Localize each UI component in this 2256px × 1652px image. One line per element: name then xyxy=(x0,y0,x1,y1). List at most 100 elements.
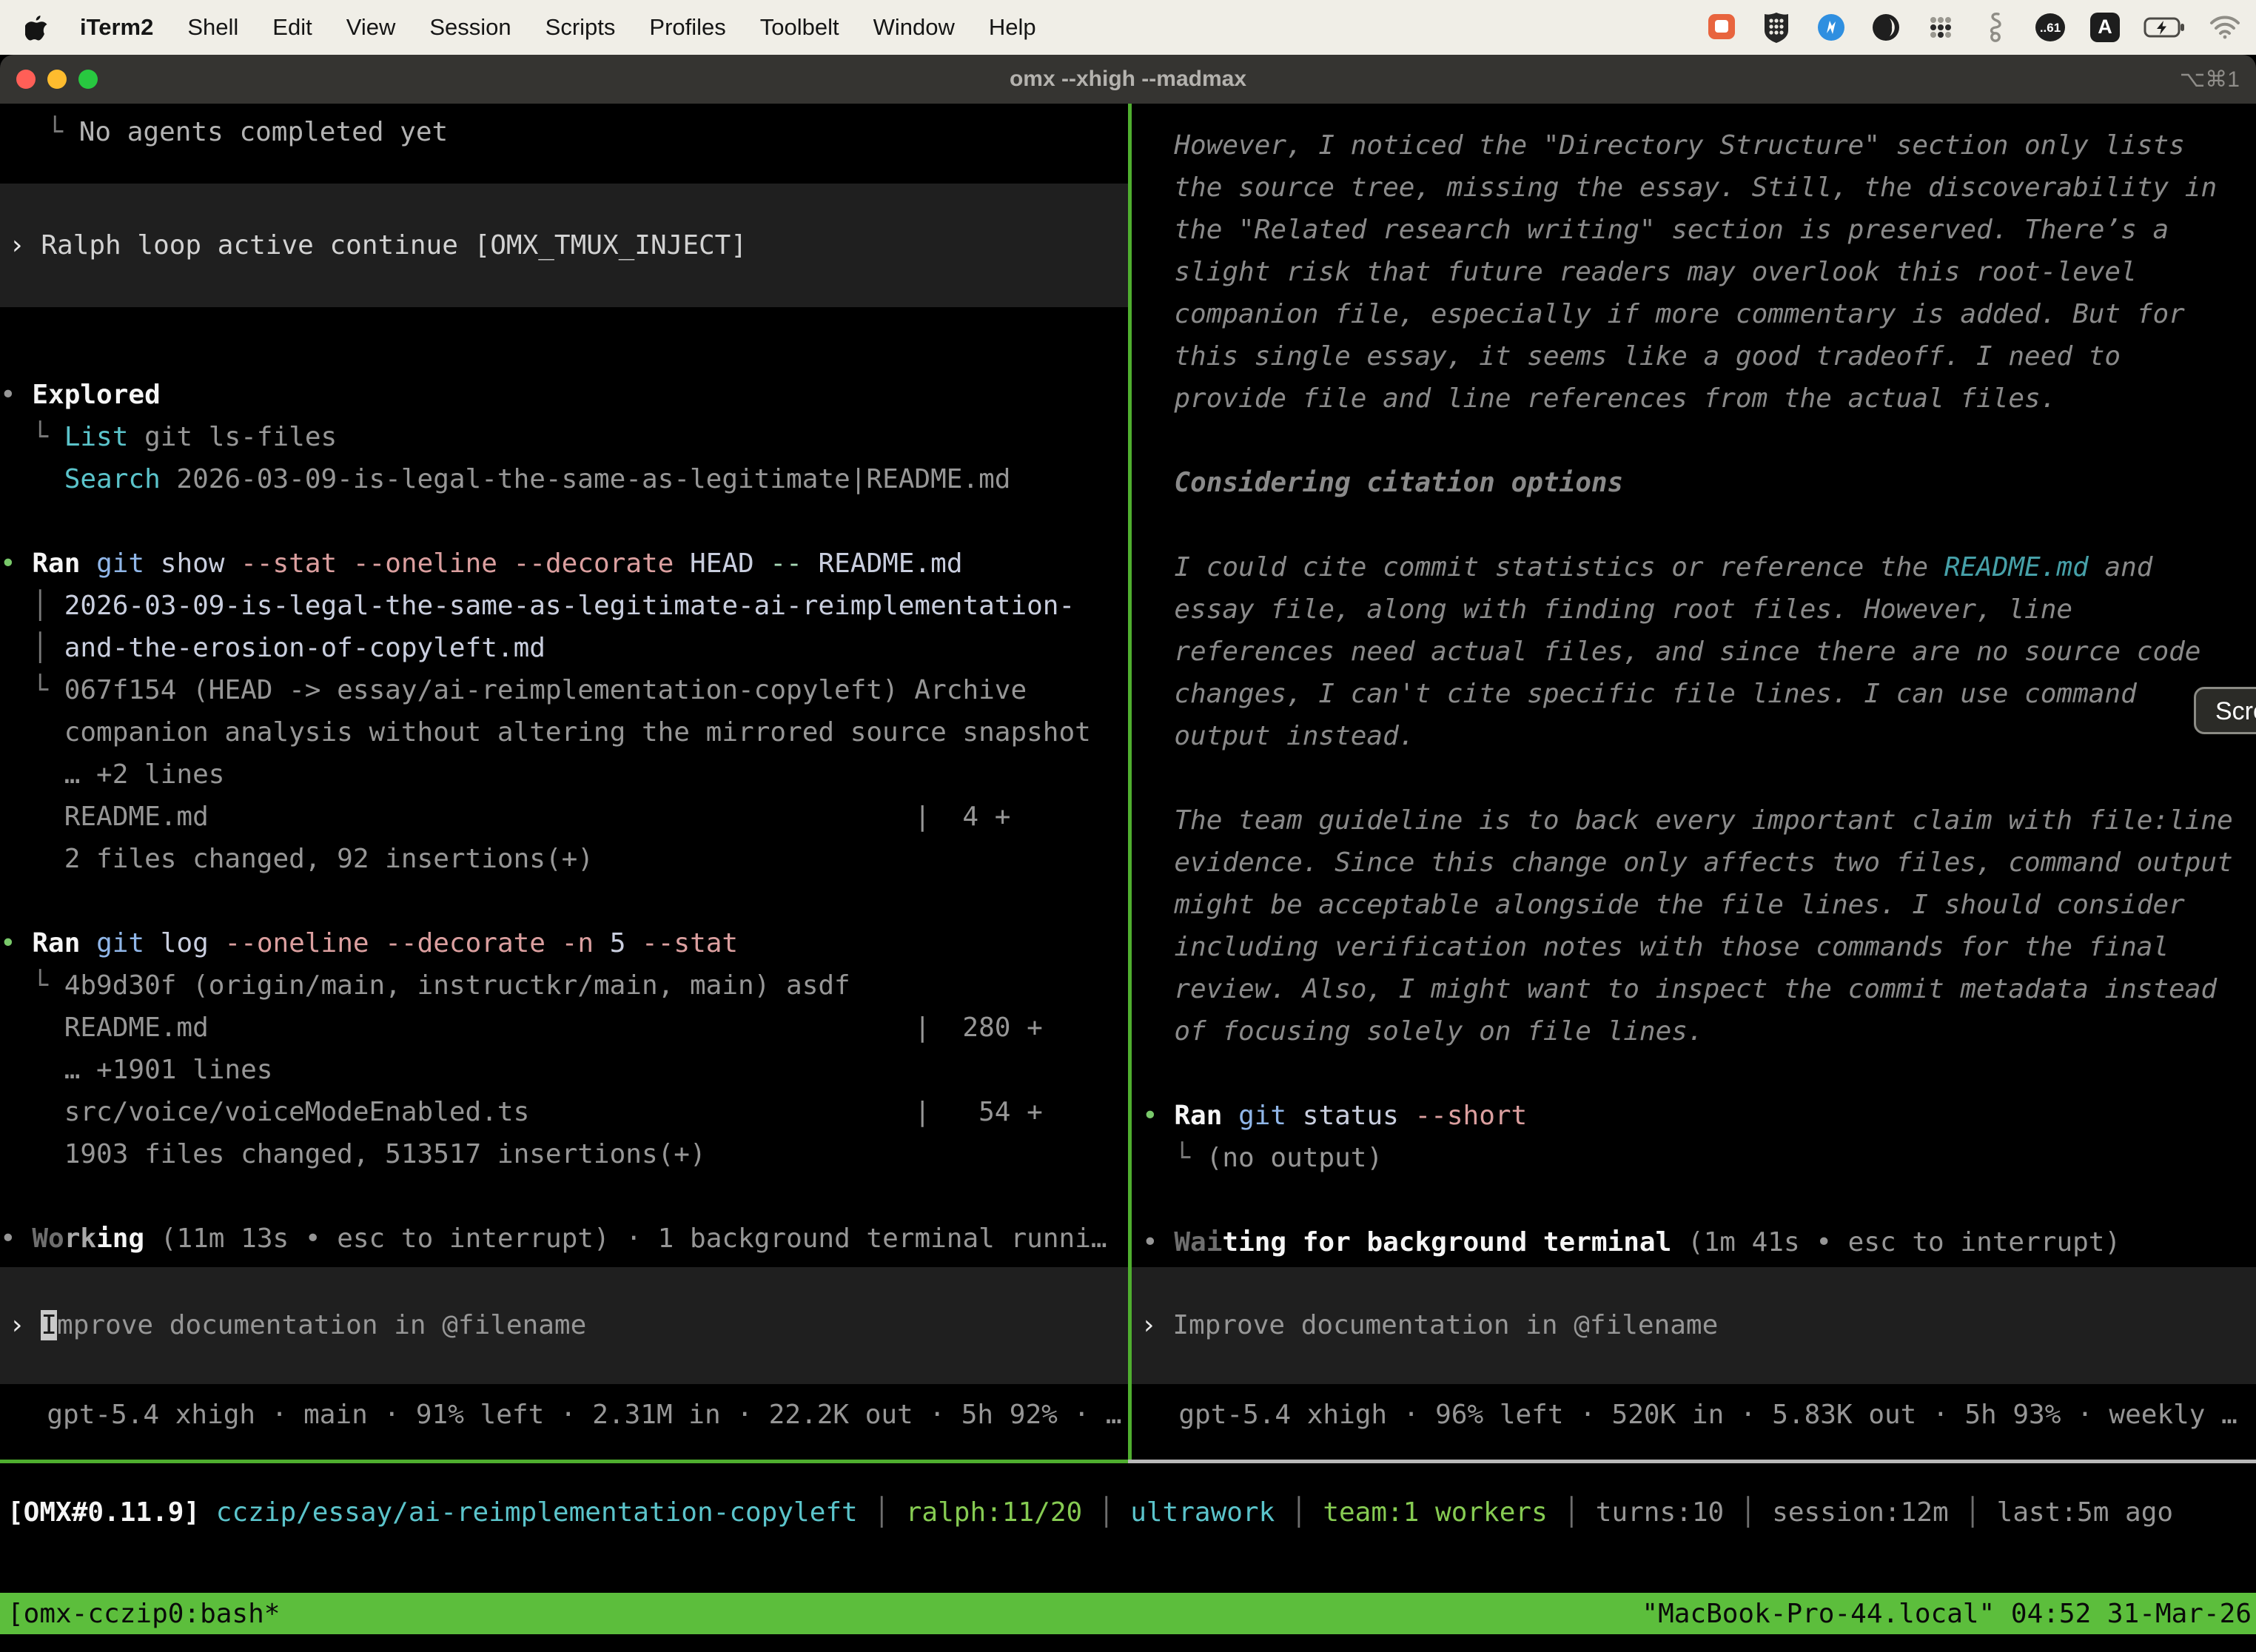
text-segment: (11m 13s • esc to interrupt) · 1 backgro… xyxy=(144,1223,1107,1254)
text-segment: Wai xyxy=(1174,1227,1222,1258)
terminal-line: slight risk that future readers may over… xyxy=(1142,251,2256,293)
text-segment xyxy=(1222,1101,1238,1131)
squiggle-icon[interactable] xyxy=(1979,11,2012,44)
text-segment: • xyxy=(1142,1227,1174,1258)
prompt-input-left[interactable]: › Improve documentation in @filename xyxy=(0,1267,1128,1384)
tmux-session-name: [omx-cczip0:bash* xyxy=(7,1599,280,1629)
apple-menu-icon[interactable] xyxy=(25,14,47,41)
terminal-line: • Waiting for background terminal (1m 41… xyxy=(1142,1221,2256,1263)
text-cursor: I xyxy=(41,1310,57,1340)
menu-item-view[interactable]: View xyxy=(346,14,396,41)
text-segment: └ xyxy=(15,117,79,147)
pane-border-bottom-left xyxy=(0,1460,1128,1463)
terminal-line: README.md | 280 + xyxy=(0,1007,1128,1049)
dots-grid-icon[interactable] xyxy=(1924,11,1957,44)
tmux-pane-left[interactable]: └ No agents completed yet › Ralph loop a… xyxy=(0,104,1128,1460)
text-segment: git ls-files xyxy=(128,422,337,452)
menu-item-scripts[interactable]: Scripts xyxy=(545,14,616,41)
shield-grid-icon[interactable] xyxy=(1760,11,1793,44)
pane-bottom-right: › Improve documentation in @filename gpt… xyxy=(1132,1267,2256,1460)
a-key-icon[interactable]: A xyxy=(2089,11,2121,44)
menu-item-session[interactable]: Session xyxy=(429,14,511,41)
terminal-line: 2 files changed, 92 insertions(+) xyxy=(0,838,1128,880)
text-segment: review. Also, I might want to inspect th… xyxy=(1142,974,2217,1004)
menu-item-window[interactable]: Window xyxy=(873,14,955,41)
text-segment: [OMX#0.11.9] xyxy=(7,1497,216,1528)
terminal-area: └ No agents completed yet › Ralph loop a… xyxy=(0,104,2256,1652)
text-segment: including verification notes with those … xyxy=(1142,932,2169,962)
text-segment: │ xyxy=(858,1497,906,1528)
terminal-line: └ 4b9d30f (origin/main, instructkr/main,… xyxy=(0,964,1128,1007)
agent-log-right: However, I noticed the "Directory Struct… xyxy=(1132,104,2256,1263)
battery-icon[interactable] xyxy=(2143,11,2186,44)
terminal-line: └ (no output) xyxy=(1142,1137,2256,1179)
text-segment: │ xyxy=(1548,1497,1596,1528)
text-segment: src/voice/voiceModeEnabled.ts | 54 + xyxy=(0,1097,1043,1127)
text-segment: ralph:11/20 xyxy=(906,1497,1082,1528)
pane-border-bottom-right xyxy=(1128,1460,2256,1463)
terminal-line xyxy=(0,500,1128,543)
menu-item-toolbelt[interactable]: Toolbelt xyxy=(760,14,839,41)
blue-badge-icon[interactable] xyxy=(1815,11,1847,44)
terminal-line: … +1901 lines xyxy=(0,1049,1128,1091)
text-segment: … +1901 lines xyxy=(0,1055,272,1085)
screen-overlay-button[interactable]: Scre xyxy=(2194,687,2256,734)
badge-61-icon[interactable]: ..61 xyxy=(2034,11,2067,44)
terminal-line: src/voice/voiceModeEnabled.ts | 54 + xyxy=(0,1091,1128,1133)
prompt-line-left[interactable]: › Improve documentation in @filename xyxy=(9,1304,1128,1346)
text-segment: No agents completed yet xyxy=(79,117,449,147)
text-segment: cczip/essay/ai-reimplementation-copyleft xyxy=(216,1497,858,1528)
text-segment: changes, I can't cite specific file line… xyxy=(1142,679,2137,709)
terminal-line: Search 2026-03-09-is-legal-the-same-as-l… xyxy=(0,458,1128,500)
menu-item-help[interactable]: Help xyxy=(989,14,1036,41)
text-segment: Ran xyxy=(32,928,80,958)
text-segment: might be acceptable alongside the file l… xyxy=(1142,890,2185,920)
terminal-line: this single essay, it seems like a good … xyxy=(1142,335,2256,377)
menu-item-app[interactable]: iTerm2 xyxy=(80,14,153,41)
text-segment: references need actual files, and since … xyxy=(1142,637,2200,667)
text-segment: this single essay, it seems like a good … xyxy=(1142,341,2121,372)
text-segment: ultrawork xyxy=(1130,1497,1275,1528)
menu-item-profiles[interactable]: Profiles xyxy=(649,14,725,41)
text-segment: companion analysis without altering the … xyxy=(0,717,1091,748)
text-segment: --short xyxy=(1415,1101,1528,1131)
text-segment: List xyxy=(64,422,129,452)
terminal-line: output instead. xyxy=(1142,715,2256,757)
text-segment: -- xyxy=(770,548,802,579)
tmux-pane-right[interactable]: However, I noticed the "Directory Struct… xyxy=(1132,104,2256,1460)
dark-crescent-icon[interactable] xyxy=(1870,11,1902,44)
terminal-line: README.md | 4 + xyxy=(0,796,1128,838)
text-segment: 5 xyxy=(594,928,642,958)
terminal-line: • Working (11m 13s • esc to interrupt) ·… xyxy=(0,1218,1128,1260)
tmux-host-clock: "MacBook-Pro-44.local" 04:52 31-Mar-26 xyxy=(1642,1599,2252,1629)
terminal-line: evidence. Since this change only affects… xyxy=(1142,842,2256,884)
prompt-line-right[interactable]: › Improve documentation in @filename xyxy=(1141,1304,2256,1346)
window-title: omx --xhigh --madmax xyxy=(0,67,2256,92)
menu-bar: iTerm2 Shell Edit View Session Scripts Profil… xyxy=(0,0,2256,55)
menu-item-edit[interactable]: Edit xyxy=(272,14,312,41)
chat-bubble-icon[interactable] xyxy=(1705,11,1738,44)
text-segment: Improve documentation in @filename xyxy=(1172,1310,1718,1340)
agents-status-line: └ No agents completed yet xyxy=(15,111,1128,153)
prompt-input-right[interactable]: › Improve documentation in @filename xyxy=(1132,1267,2256,1384)
text-segment: › xyxy=(9,230,41,261)
window-title-bar[interactable]: omx --xhigh --madmax ⌥⌘1 xyxy=(0,55,2256,104)
text-segment: Ran xyxy=(1174,1101,1222,1131)
text-segment: mprove documentation in @filename xyxy=(57,1310,586,1340)
text-segment xyxy=(545,928,562,958)
text-segment: (no output) xyxy=(1206,1143,1383,1173)
terminal-line: └ List git ls-files xyxy=(0,416,1128,458)
text-segment: README.md xyxy=(802,548,963,579)
terminal-line xyxy=(1142,757,2256,799)
terminal-line: essay file, along with finding root file… xyxy=(1142,588,2256,631)
text-segment: status xyxy=(1286,1101,1414,1131)
terminal-line: including verification notes with those … xyxy=(1142,926,2256,968)
session-status-right: gpt-5.4 xhigh · 96% left · 520K in · 5.8… xyxy=(1132,1394,2256,1436)
text-segment: output instead. xyxy=(1142,721,1414,751)
wifi-icon[interactable] xyxy=(2209,11,2241,44)
text-segment: turns:10 xyxy=(1596,1497,1724,1528)
text-segment: of focusing solely on file lines. xyxy=(1142,1016,1704,1047)
text-segment: However, I noticed the "Directory Struct… xyxy=(1142,130,2185,161)
menu-item-shell[interactable]: Shell xyxy=(187,14,238,41)
terminal-line: … +2 lines xyxy=(0,753,1128,796)
